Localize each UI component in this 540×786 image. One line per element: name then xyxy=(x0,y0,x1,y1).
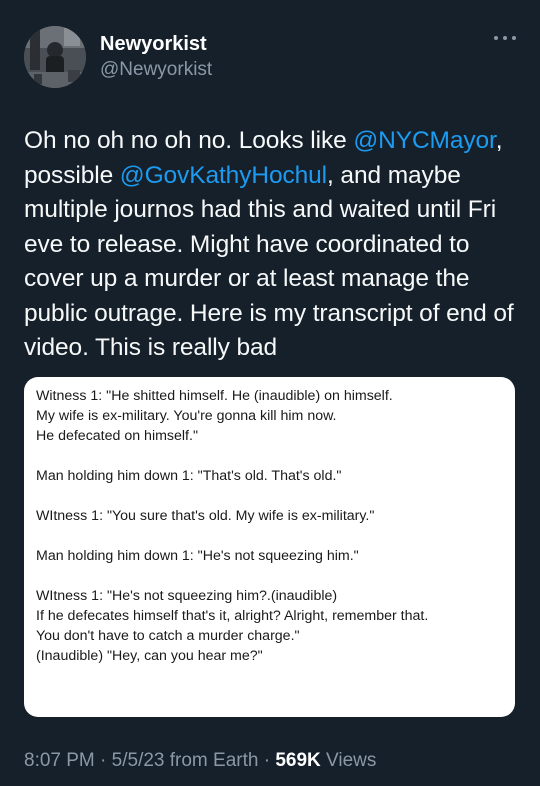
transcript-line: He defecated on himself." xyxy=(36,428,198,444)
meta-separator: · xyxy=(258,750,276,771)
transcript-line: WItness 1: "He's not squeezing him?.(ina… xyxy=(36,588,338,604)
transcript-paragraph: WItness 1: "He's not squeezing him?.(ina… xyxy=(36,586,505,666)
tweet-text: Oh no oh no oh no. Looks like @NYCMayor,… xyxy=(24,124,520,366)
views-label: Views xyxy=(320,750,377,771)
transcript-line: If he defecates himself that's it, alrig… xyxy=(36,608,429,624)
avatar[interactable] xyxy=(24,26,86,88)
transcript-paragraph: WItness 1: "You sure that's old. My wife… xyxy=(36,506,505,526)
display-name[interactable]: Newyorkist xyxy=(100,32,212,56)
transcript-paragraph: Witness 1: "He shitted himself. He (inau… xyxy=(36,386,505,446)
mention-link[interactable]: @GovKathyHochul xyxy=(120,162,327,189)
author-names: Newyorkist @Newyorkist xyxy=(100,32,212,82)
tweet-header: Newyorkist @Newyorkist xyxy=(24,26,520,90)
transcript-line: Man holding him down 1: "He's not squeez… xyxy=(36,548,359,564)
transcript-line: My wife is ex-military. You're gonna kil… xyxy=(36,408,337,424)
more-horizontal-icon[interactable] xyxy=(494,34,516,42)
transcript-line: You don't have to catch a murder charge.… xyxy=(36,628,300,644)
transcript-line: (Inaudible) "Hey, can you hear me?" xyxy=(36,648,263,664)
more-dot xyxy=(512,36,516,40)
transcript-line: WItness 1: "You sure that's old. My wife… xyxy=(36,508,375,524)
transcript-line: Man holding him down 1: "That's old. Tha… xyxy=(36,468,342,484)
views-count[interactable]: 569K xyxy=(275,750,320,771)
tweet-text-segment: Oh no oh no oh no. Looks like xyxy=(24,127,354,154)
more-dot xyxy=(503,36,507,40)
avatar-photo xyxy=(24,26,86,88)
more-dot xyxy=(494,36,498,40)
tweet-text-segment: , and maybe multiple journos had this an… xyxy=(24,161,514,362)
tweet-meta: 8:07 PM · 5/5/23 from Earth · 569K Views xyxy=(24,748,376,774)
transcript-paragraph: Man holding him down 1: "That's old. Tha… xyxy=(36,466,505,486)
handle[interactable]: @Newyorkist xyxy=(100,58,212,82)
transcript: Witness 1: "He shitted himself. He (inau… xyxy=(36,386,505,666)
tweet: Newyorkist @Newyorkist Oh no oh no oh no… xyxy=(0,0,540,786)
timestamp-time[interactable]: 8:07 PM xyxy=(24,750,95,771)
tweet-source: from Earth xyxy=(164,750,259,771)
mention-link[interactable]: @NYCMayor xyxy=(353,127,496,154)
transcript-line: Witness 1: "He shitted himself. He (inau… xyxy=(36,388,393,404)
transcript-paragraph: Man holding him down 1: "He's not squeez… xyxy=(36,546,505,566)
meta-separator: · xyxy=(94,750,112,771)
attached-image[interactable]: Witness 1: "He shitted himself. He (inau… xyxy=(24,377,515,717)
timestamp-date[interactable]: 5/5/23 xyxy=(112,750,165,771)
